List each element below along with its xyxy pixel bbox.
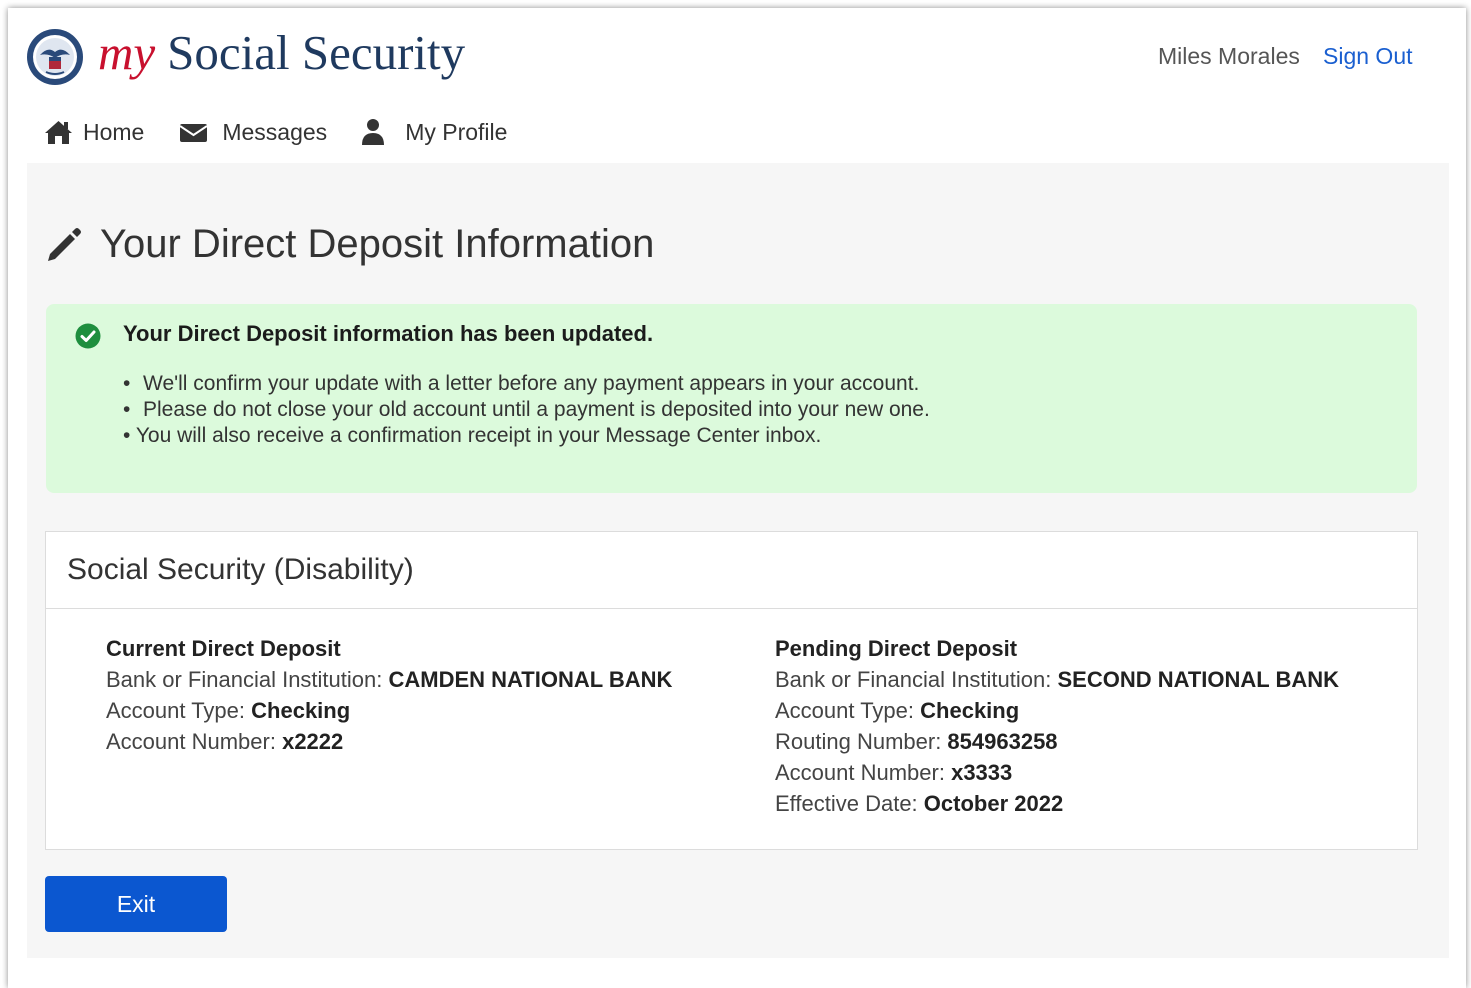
pending-routing-value: 854963258 xyxy=(947,729,1058,754)
current-acct-row: Account Number: x2222 xyxy=(106,726,672,757)
card-title: Social Security (Disability) xyxy=(46,532,1417,609)
sign-out-link[interactable]: Sign Out xyxy=(1323,43,1413,70)
deposit-card: Social Security (Disability) Current Dir… xyxy=(45,531,1418,850)
pending-acct-value: x3333 xyxy=(951,760,1013,785)
current-type-row: Account Type: Checking xyxy=(106,695,672,726)
nav-profile[interactable]: My Profile xyxy=(361,118,507,146)
brand-my: my xyxy=(98,25,156,80)
pending-date-row: Effective Date: October 2022 xyxy=(775,788,1339,819)
current-bank-value: CAMDEN NATIONAL BANK xyxy=(388,667,673,692)
pending-bank-label: Bank or Financial Institution: xyxy=(775,667,1058,692)
current-bank-label: Bank or Financial Institution: xyxy=(106,667,389,692)
alert-bullet: You will also receive a confirmation rec… xyxy=(123,423,930,449)
success-alert: Your Direct Deposit information has been… xyxy=(46,304,1417,493)
pending-type-label: Account Type: xyxy=(775,698,921,723)
page-title: Your Direct Deposit Information xyxy=(44,216,654,272)
pending-bank-value: SECOND NATIONAL BANK xyxy=(1057,667,1340,692)
user-name: Miles Morales xyxy=(1158,43,1300,69)
current-heading: Current Direct Deposit xyxy=(106,636,341,661)
alert-heading: Your Direct Deposit information has been… xyxy=(123,321,654,346)
pending-date-value: October 2022 xyxy=(923,791,1064,816)
envelope-icon xyxy=(179,124,208,142)
current-type-label: Account Type: xyxy=(106,698,252,723)
check-circle-icon xyxy=(75,323,101,349)
nav-home[interactable]: Home xyxy=(44,119,144,146)
brand-social-security: Social Security xyxy=(167,25,466,80)
pending-date-label: Effective Date: xyxy=(775,791,924,816)
pending-bank-row: Bank or Financial Institution: SECOND NA… xyxy=(775,664,1339,695)
pending-routing-label: Routing Number: xyxy=(775,729,948,754)
nav-messages-label: Messages xyxy=(222,118,328,145)
home-icon xyxy=(45,121,72,144)
exit-button[interactable]: Exit xyxy=(45,876,227,932)
current-acct-label: Account Number: xyxy=(106,729,283,754)
pending-routing-row: Routing Number: 854963258 xyxy=(775,726,1339,757)
nav-home-label: Home xyxy=(83,118,145,145)
current-deposit: Current Direct Deposit Bank or Financial… xyxy=(106,633,672,757)
pending-heading: Pending Direct Deposit xyxy=(775,636,1018,661)
ssa-seal-icon xyxy=(27,29,83,85)
user-icon xyxy=(362,119,385,145)
pending-deposit: Pending Direct Deposit Bank or Financial… xyxy=(775,633,1339,819)
current-type-value: Checking xyxy=(251,698,351,723)
current-acct-value: x2222 xyxy=(282,729,344,754)
alert-bullet: Please do not close your old account unt… xyxy=(123,397,930,423)
alert-list: We'll confirm your update with a letter … xyxy=(123,371,930,449)
page-title-text: Your Direct Deposit Information xyxy=(100,221,655,266)
pending-acct-row: Account Number: x3333 xyxy=(775,757,1339,788)
pending-type-row: Account Type: Checking xyxy=(775,695,1339,726)
nav-profile-label: My Profile xyxy=(405,118,508,145)
main-nav: Home Messages My Profile xyxy=(44,114,541,150)
alert-bullet: We'll confirm your update with a letter … xyxy=(123,371,930,397)
pencil-icon xyxy=(48,228,81,261)
pending-acct-label: Account Number: xyxy=(775,760,952,785)
nav-messages[interactable]: Messages xyxy=(178,119,327,146)
brand-logo[interactable]: my Social Security xyxy=(98,24,465,82)
current-bank-row: Bank or Financial Institution: CAMDEN NA… xyxy=(106,664,672,695)
pending-type-value: Checking xyxy=(920,698,1020,723)
